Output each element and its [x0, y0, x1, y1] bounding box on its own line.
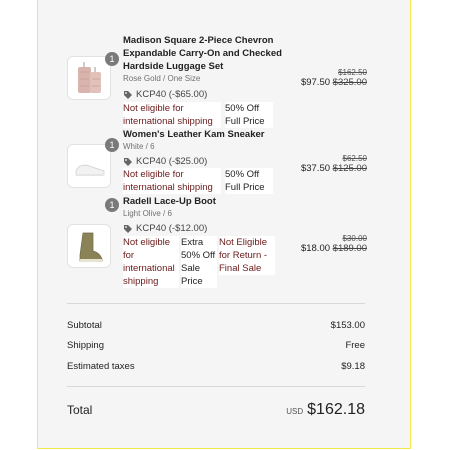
total-row: Total USD $162.18 — [67, 401, 365, 419]
discount-label: KCP40 (-$12.00) — [136, 223, 208, 234]
shipping-warning: Not eligible for international shipping — [123, 102, 221, 128]
taxes-label: Estimated taxes — [67, 361, 135, 372]
item-variant: White / 6 — [123, 142, 155, 151]
discount-code: KCP40 (-$12.00) — [123, 223, 207, 234]
compare-price: $189.00 — [332, 243, 367, 254]
discount-code: KCP40 (-$65.00) — [123, 89, 207, 100]
discount-label: KCP40 (-$25.00) — [136, 156, 208, 167]
original-price: $62.50 — [342, 154, 367, 163]
item-variant: Light Olive / 6 — [123, 209, 172, 218]
tag-icon — [124, 157, 132, 166]
subtotal-label: Subtotal — [67, 320, 102, 331]
shipping-warning: Not eligible for international shipping — [123, 168, 221, 194]
taxes-row: Estimated taxes $9.18 — [67, 361, 365, 372]
tag-icon — [124, 90, 132, 99]
line-item: 1 Madison Square 2-Piece Chevron Expanda… — [67, 34, 367, 129]
line-item: 1 Women's Leather Kam Sneaker White / 6 … — [67, 128, 367, 196]
divider — [67, 386, 365, 387]
promo-note: Extra 50% Off Sale Price — [181, 236, 217, 288]
promo-note: 50% Off Full Price — [225, 102, 273, 128]
subtotal-value: $153.00 — [330, 320, 365, 331]
shipping-value: Free — [345, 340, 365, 351]
item-title: Radell Lace-Up Boot — [123, 196, 216, 207]
shipping-warning: Not eligible for international shipping — [123, 236, 179, 288]
item-price: $30.00 $18.00 $189.00 — [301, 234, 367, 254]
compare-price: $125.00 — [332, 163, 367, 174]
quantity-badge: 1 — [105, 52, 119, 66]
discount-code: KCP40 (-$25.00) — [123, 156, 207, 167]
total-value: $162.18 — [307, 401, 365, 418]
original-price: $30.00 — [342, 234, 367, 243]
sale-price: $18.00 — [300, 243, 331, 254]
subtotal-row: Subtotal $153.00 — [67, 320, 365, 331]
item-variant: Rose Gold / One Size — [123, 74, 201, 83]
shipping-label: Shipping — [67, 340, 104, 351]
sale-price: $97.50 — [300, 77, 331, 88]
promo-note: 50% Off Full Price — [225, 168, 273, 194]
currency-code: USD — [286, 407, 304, 416]
tag-icon — [124, 224, 132, 233]
sale-price: $37.50 — [300, 163, 331, 174]
item-title: Madison Square 2-Piece Chevron Expandabl… — [123, 35, 282, 72]
discount-label: KCP40 (-$65.00) — [136, 89, 208, 100]
compare-price: $325.00 — [332, 77, 367, 88]
original-price: $162.50 — [338, 68, 367, 77]
line-item: 1 Radell Lace-Up Boot Light Olive / 6 KC… — [67, 195, 367, 290]
luggage-image — [67, 56, 111, 100]
total-label: Total — [67, 403, 93, 417]
taxes-value: $9.18 — [341, 361, 365, 372]
item-title: Women's Leather Kam Sneaker — [123, 129, 265, 140]
quantity-badge: 1 — [105, 198, 119, 212]
item-price: $162.50 $97.50 $325.00 — [301, 68, 367, 88]
boot-image — [67, 224, 111, 268]
sneaker-image — [67, 144, 111, 188]
shipping-row: Shipping Free — [67, 340, 365, 351]
quantity-badge: 1 — [105, 138, 119, 152]
divider — [67, 303, 365, 304]
return-note: Not Eligible for Return - Final Sale — [219, 236, 275, 275]
item-price: $62.50 $37.50 $125.00 — [301, 154, 367, 174]
